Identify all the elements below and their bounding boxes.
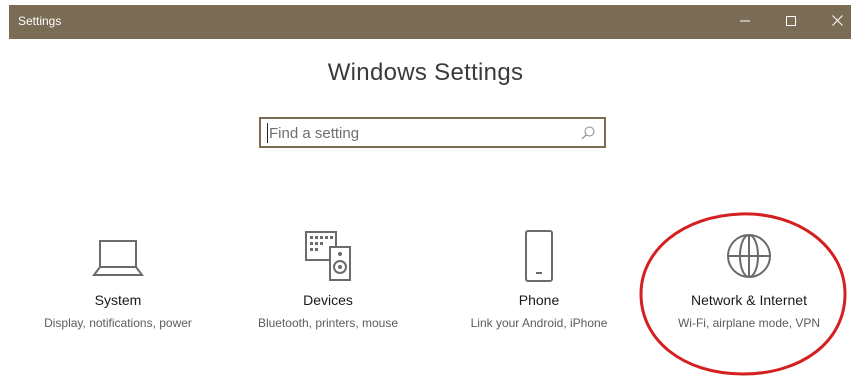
minimize-button[interactable]: [722, 5, 768, 39]
search-input[interactable]: [269, 122, 569, 144]
category-label: Phone: [518, 292, 560, 308]
maximize-icon: [786, 13, 796, 31]
category-network-internet[interactable]: Network & Internet Wi-Fi, airplane mode,…: [654, 222, 844, 352]
category-phone[interactable]: Phone Link your Android, iPhone: [444, 222, 634, 352]
globe-icon: [654, 228, 844, 284]
keyboard-speaker-icon: [233, 228, 423, 284]
laptop-icon: [23, 228, 213, 284]
close-icon: [831, 13, 843, 31]
category-label: Network & Internet: [691, 292, 807, 308]
window-title: Settings: [18, 14, 62, 28]
text-caret: [267, 123, 268, 143]
category-description: Display, notifications, power: [44, 316, 192, 330]
category-system[interactable]: System Display, notifications, power: [23, 222, 213, 352]
close-button[interactable]: [814, 5, 851, 39]
phone-icon: [444, 228, 634, 284]
category-description: Link your Android, iPhone: [470, 316, 608, 330]
category-label: Devices: [303, 292, 353, 308]
settings-window: Settings Windows Settings Find a setting…: [0, 0, 851, 384]
category-description: Bluetooth, printers, mouse: [257, 316, 399, 330]
search-box[interactable]: [259, 117, 606, 148]
category-devices[interactable]: Devices Bluetooth, printers, mouse: [233, 222, 423, 352]
category-label: System: [94, 292, 142, 308]
page-title: Windows Settings: [327, 59, 524, 86]
search-icon[interactable]: [580, 125, 596, 141]
title-bar[interactable]: Settings: [9, 5, 851, 39]
maximize-button[interactable]: [768, 5, 814, 39]
category-description: Wi-Fi, airplane mode, VPN: [677, 316, 821, 330]
minimize-icon: [740, 13, 750, 31]
